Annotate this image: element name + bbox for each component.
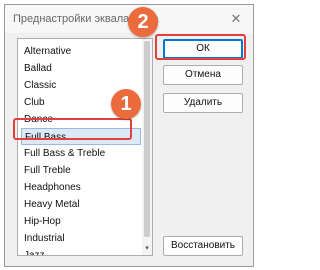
list-item[interactable]: Full Bass & Treble (24, 145, 105, 162)
list-item[interactable]: Alternative (24, 43, 71, 60)
presets-list[interactable]: Alternative Ballad Classic Club Dance Fu… (17, 38, 153, 256)
step-2-badge: 2 (128, 7, 158, 37)
list-item[interactable]: Heavy Metal (24, 196, 80, 213)
list-scrollbar[interactable]: ▾ (142, 39, 152, 255)
list-item[interactable]: Ballad (24, 60, 52, 77)
step-1-badge: 1 (111, 89, 141, 119)
close-icon[interactable]: ✕ (227, 10, 245, 28)
list-item[interactable]: Full Treble (24, 162, 71, 179)
list-item[interactable]: Industrial (24, 230, 65, 247)
scrollbar-thumb[interactable] (144, 41, 150, 237)
highlight-ring-full-bass (13, 118, 132, 140)
highlight-ring-ok (155, 34, 246, 60)
list-item[interactable]: Classic (24, 77, 56, 94)
delete-button[interactable]: Удалить (163, 93, 243, 113)
chevron-down-icon[interactable]: ▾ (143, 244, 151, 252)
restore-button[interactable]: Восстановить (163, 236, 243, 256)
list-item[interactable]: Club (24, 94, 45, 111)
list-item[interactable]: Hip-Hop (24, 213, 61, 230)
list-item[interactable]: Headphones (24, 179, 81, 196)
cancel-button[interactable]: Отмена (163, 65, 243, 85)
list-item[interactable]: Jazz (24, 247, 45, 255)
